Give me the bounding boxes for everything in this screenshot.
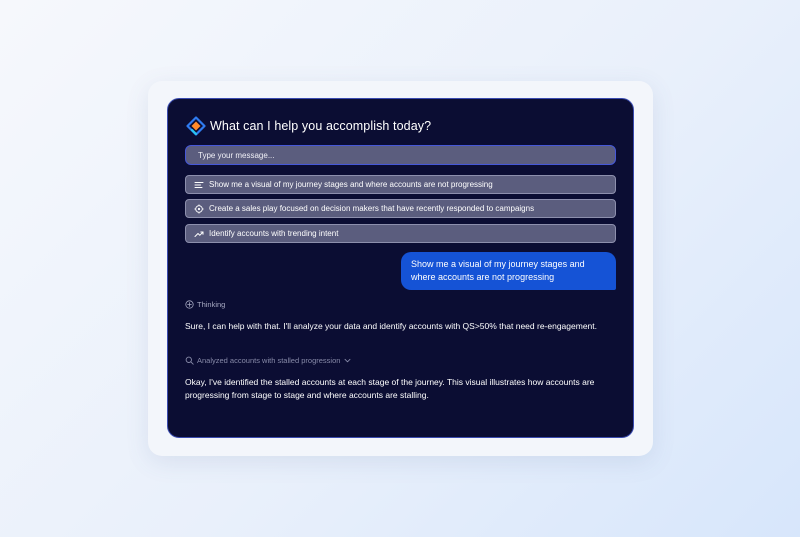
trending-up-icon bbox=[194, 229, 204, 239]
thinking-icon bbox=[185, 300, 194, 309]
target-icon bbox=[194, 204, 204, 214]
suggestion-journey-visual[interactable]: Show me a visual of my journey stages an… bbox=[185, 175, 616, 194]
suggestion-sales-play[interactable]: Create a sales play focused on decision … bbox=[185, 199, 616, 218]
suggestion-label: Identify accounts with trending intent bbox=[209, 229, 339, 238]
chat-header: What can I help you accomplish today? bbox=[186, 116, 431, 136]
suggestion-label: Create a sales play focused on decision … bbox=[209, 204, 535, 213]
list-bars-icon bbox=[194, 180, 204, 190]
user-message-bubble: Show me a visual of my journey stages an… bbox=[401, 252, 616, 290]
thinking-label: Thinking bbox=[197, 300, 226, 309]
assistant-reply-2: Okay, I've identified the stalled accoun… bbox=[185, 377, 595, 400]
analysis-step-toggle[interactable]: Analyzed accounts with stalled progressi… bbox=[185, 356, 351, 365]
search-icon bbox=[185, 356, 194, 365]
analysis-step-label: Analyzed accounts with stalled progressi… bbox=[197, 356, 341, 365]
suggestion-trending-intent[interactable]: Identify accounts with trending intent bbox=[185, 224, 616, 243]
assistant-reply-1: Sure, I can help with that. I'll analyze… bbox=[185, 321, 597, 331]
page-title: What can I help you accomplish today? bbox=[210, 119, 432, 133]
chevron-down-icon bbox=[344, 357, 351, 364]
thinking-indicator: Thinking bbox=[185, 300, 225, 309]
brand-logo-icon bbox=[186, 116, 206, 136]
assistant-chat-panel: What can I help you accomplish today? Sh… bbox=[167, 98, 634, 438]
suggestion-label: Show me a visual of my journey stages an… bbox=[209, 180, 493, 189]
message-input[interactable] bbox=[185, 145, 616, 165]
